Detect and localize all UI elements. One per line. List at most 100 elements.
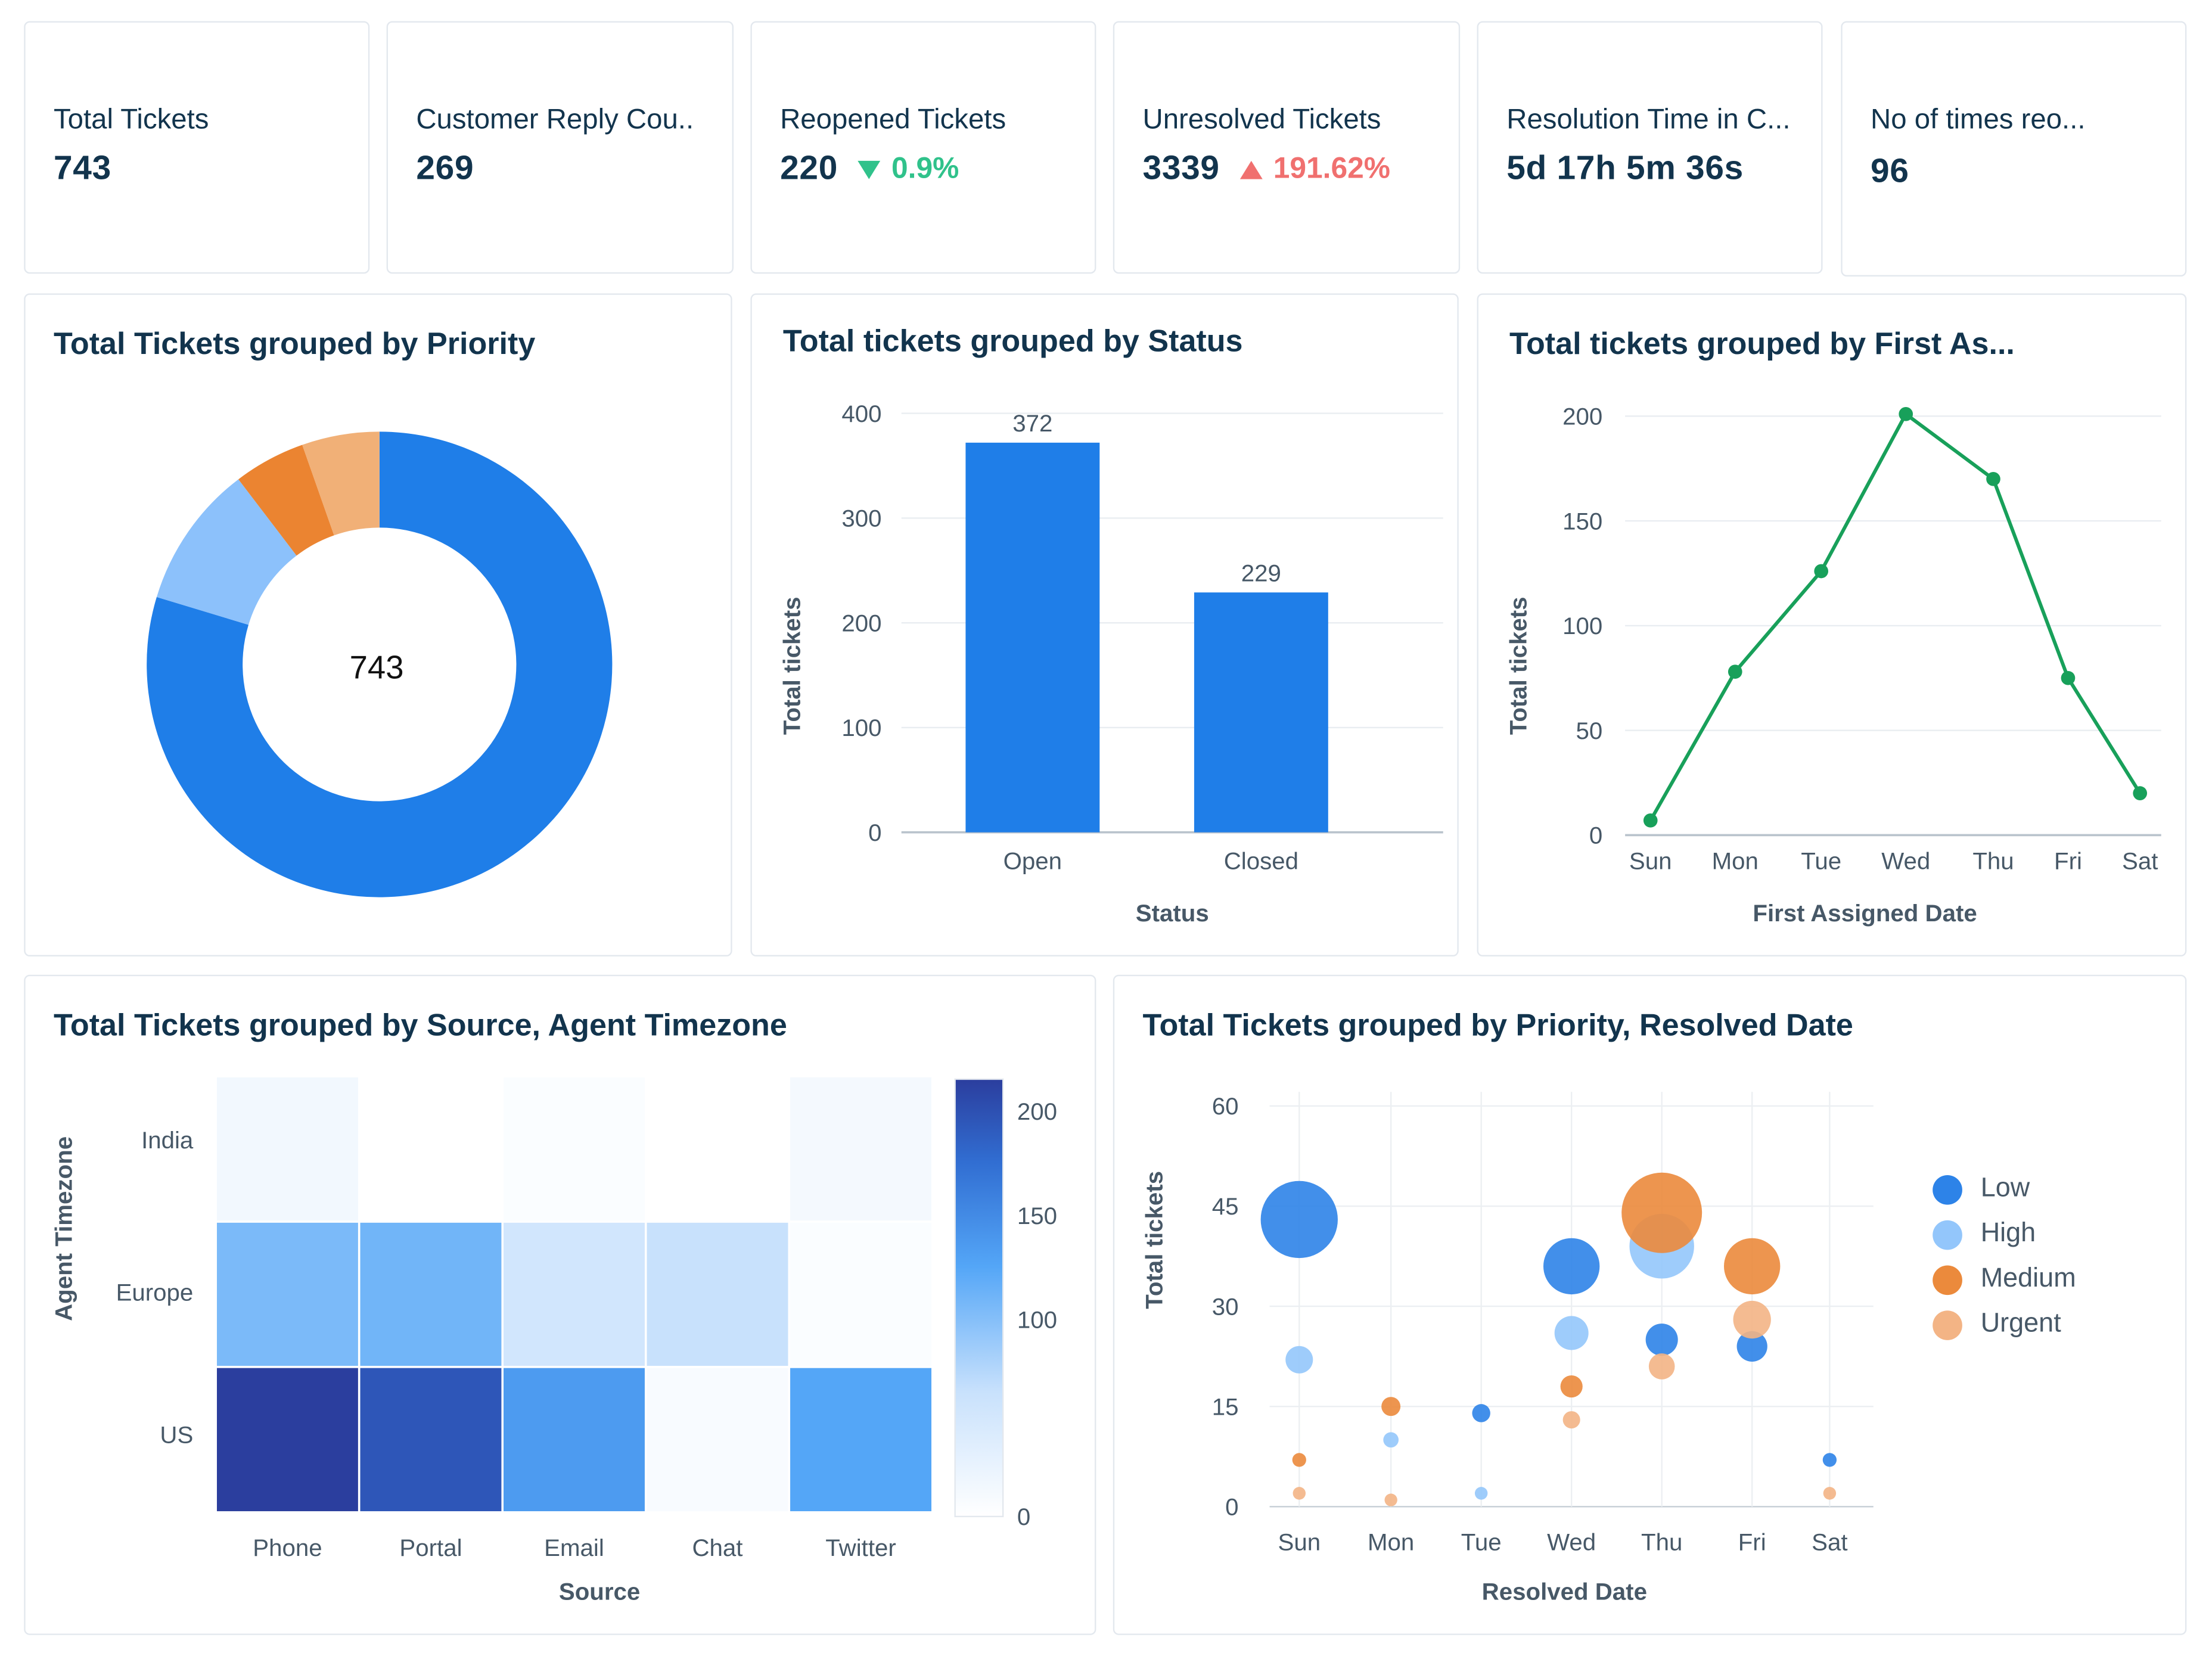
heatmap-cell-europe-phone — [215, 1220, 361, 1368]
kpi-value: 5d 17h 5m 36s — [1506, 149, 1744, 188]
bar-open — [965, 442, 1100, 832]
legend-item-high[interactable]: High — [1933, 1219, 2036, 1250]
y-tick-label: 300 — [841, 505, 881, 532]
bubble-low-thu — [1645, 1324, 1678, 1356]
legend-item-medium[interactable]: Medium — [1933, 1264, 2076, 1295]
y-tick-label: US — [160, 1422, 193, 1449]
line-point-wed — [1899, 407, 1913, 421]
bubble-urgent-sun — [1293, 1487, 1306, 1500]
heatmap-cell-europe-email — [501, 1220, 647, 1368]
kpi-label: Unresolved Tickets — [1142, 104, 1381, 136]
legend-label: Urgent — [1980, 1309, 2061, 1339]
x-tick-label: Thu — [1641, 1529, 1682, 1556]
heatmap-cell-us-phone — [215, 1366, 361, 1514]
kpi-value: 743 — [53, 149, 111, 188]
line-chart: Total tickets First Assigned Date 0 50 100… — [1505, 403, 2161, 927]
line-point-sat — [2133, 786, 2148, 800]
x-tick-label: Wed — [1547, 1529, 1596, 1556]
donut-center-value: 743 — [350, 650, 404, 686]
color-scale-bar — [954, 1078, 1004, 1518]
legend-item-urgent[interactable]: Urgent — [1933, 1309, 2061, 1340]
arrow-up-icon — [1239, 160, 1262, 179]
y-axis-title: Total tickets — [778, 597, 805, 735]
legend-swatch — [1933, 1310, 1962, 1340]
y-tick-label: 200 — [841, 610, 881, 636]
x-axis-title: First Assigned Date — [1753, 900, 1977, 927]
legend-label: Low — [1980, 1173, 2030, 1204]
kpi-change-value: 191.62% — [1273, 152, 1390, 185]
y-tick-label: 100 — [841, 714, 881, 741]
legend-swatch — [1933, 1265, 1962, 1294]
color-scale-tick: 150 — [1017, 1203, 1057, 1229]
heatmap-cell-us-email — [501, 1366, 647, 1514]
x-axis-title: Status — [1136, 900, 1209, 927]
x-axis-title: Resolved Date — [1482, 1579, 1647, 1605]
legend-label: Medium — [1980, 1264, 2076, 1294]
chart-card-status[interactable]: Total tickets grouped by Status Total ti… — [750, 293, 1459, 957]
heatmap-cell-europe-portal — [358, 1220, 504, 1368]
y-tick-label: India — [141, 1127, 194, 1154]
kpi-card-reopened-tickets[interactable]: Reopened Tickets 220 0.9% — [750, 21, 1096, 274]
y-tick-label: 200 — [1562, 403, 1602, 430]
chart-card-priority-resolved[interactable]: Total Tickets grouped by Priority, Resol… — [1113, 974, 2187, 1635]
bubble-high-wed — [1554, 1316, 1589, 1350]
kpi-card-customer-reply-count[interactable]: Customer Reply Cou.. 269 — [386, 21, 734, 274]
chart-card-first-assigned[interactable]: Total tickets grouped by First As... Tot… — [1477, 293, 2187, 957]
bubble-urgent-wed — [1562, 1411, 1580, 1429]
x-tick-label: Chat — [692, 1534, 743, 1561]
bubble-urgent-sat — [1823, 1487, 1837, 1500]
arrow-down-icon — [858, 160, 881, 179]
y-axis-title: Total tickets — [1141, 1171, 1168, 1309]
legend-label: High — [1980, 1219, 2036, 1249]
x-tick-label: Thu — [1972, 847, 2014, 874]
bubble-medium-mon — [1381, 1397, 1401, 1416]
kpi-value: 96 — [1871, 152, 1909, 191]
heatmap-cell-europe-twitter — [788, 1220, 934, 1368]
kpi-card-times-reopened[interactable]: No of times reo... 96 — [1841, 21, 2187, 277]
heatmap-cell-india-portal — [358, 1075, 504, 1223]
x-tick-label: Phone — [253, 1534, 322, 1561]
bubble-medium-sun — [1292, 1453, 1306, 1467]
y-tick-label: 150 — [1562, 508, 1602, 535]
chart-card-priority[interactable]: Total Tickets grouped by Priority 743 — [24, 293, 732, 957]
chart-card-source-timezone[interactable]: Total Tickets grouped by Source, Agent T… — [24, 974, 1096, 1635]
kpi-label: Resolution Time in C... — [1506, 104, 1791, 136]
y-tick-label: 45 — [1212, 1193, 1239, 1220]
kpi-change: 0.9% — [858, 153, 959, 187]
heatmap-cell-india-twitter — [788, 1075, 934, 1223]
heatmap-cell-us-twitter — [788, 1366, 934, 1514]
bubble-low-tue — [1472, 1404, 1490, 1422]
bubble-medium-fri — [1723, 1238, 1781, 1295]
color-scale-tick: 200 — [1017, 1098, 1057, 1125]
y-tick-label: 0 — [1225, 1493, 1238, 1520]
bar-chart: Total tickets Status 0 100 200 300 400 372 Ope… — [778, 400, 1443, 927]
bubble-medium-thu — [1621, 1172, 1703, 1253]
x-tick-label: Sun — [1278, 1529, 1321, 1556]
y-axis-title: Total tickets — [1505, 597, 1531, 735]
bubble-high-sun — [1285, 1346, 1313, 1374]
bubble-high-tue — [1474, 1487, 1488, 1500]
y-tick-label: 400 — [841, 400, 881, 427]
x-tick-label: Wed — [1881, 847, 1930, 874]
kpi-label: No of times reo... — [1871, 104, 2086, 136]
kpi-label: Total Tickets — [53, 104, 209, 136]
kpi-card-resolution-time[interactable]: Resolution Time in C... 5d 17h 5m 36s — [1477, 21, 1823, 274]
y-tick-label: 100 — [1562, 613, 1602, 639]
line-point-tue — [1814, 564, 1829, 579]
kpi-value: 269 — [416, 149, 474, 188]
legend-item-low[interactable]: Low — [1933, 1174, 2030, 1205]
donut-chart: 743 — [147, 431, 613, 897]
kpi-label: Reopened Tickets — [780, 104, 1006, 136]
kpi-card-unresolved-tickets[interactable]: Unresolved Tickets 3339 191.62% — [1113, 21, 1461, 274]
kpi-card-total-tickets[interactable]: Total Tickets 743 — [24, 21, 370, 274]
kpi-change: 191.62% — [1239, 153, 1390, 187]
heatmap-cell-india-chat — [644, 1075, 791, 1223]
bubble-low-sat — [1822, 1453, 1837, 1467]
bubble-urgent-fri — [1733, 1300, 1771, 1339]
heatmap-cell-india-email — [501, 1075, 647, 1223]
bubble-medium-wed — [1560, 1375, 1583, 1398]
x-tick-label: Closed — [1224, 847, 1298, 874]
color-scale-tick: 100 — [1017, 1307, 1057, 1334]
x-tick-label: Twitter — [825, 1534, 896, 1561]
y-tick-label: 15 — [1212, 1393, 1239, 1420]
